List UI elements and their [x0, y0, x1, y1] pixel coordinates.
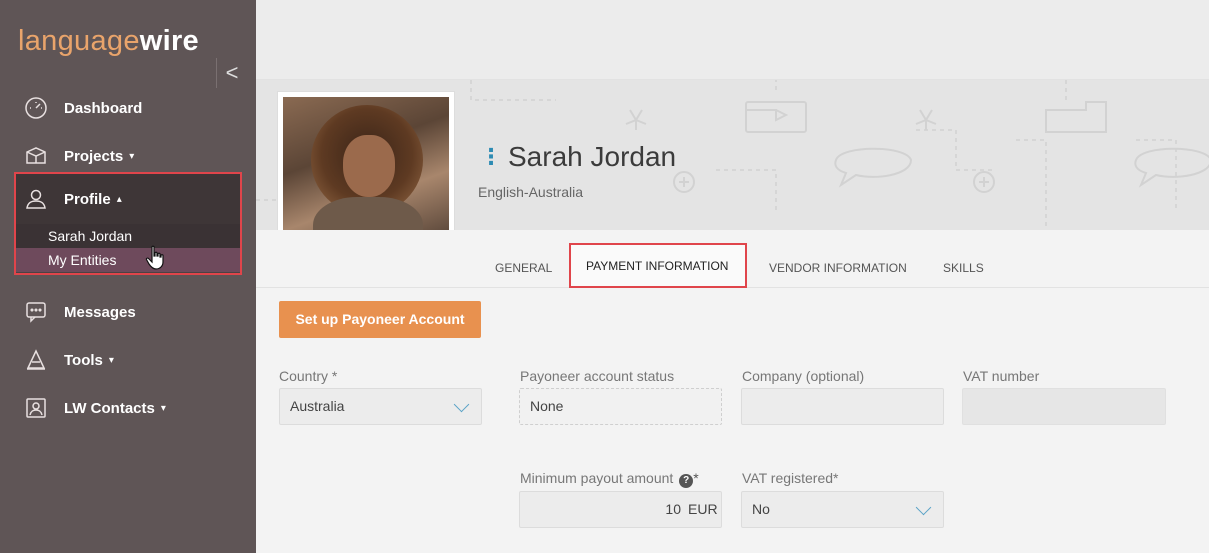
profile-locale: English-Australia: [478, 184, 584, 200]
vat-registered-label: VAT registered*: [742, 470, 839, 486]
photo-face: [343, 135, 395, 197]
vat-registered-select[interactable]: No: [741, 491, 944, 528]
tools-icon: [22, 348, 50, 372]
vat-registered-value: No: [752, 501, 770, 517]
chevron-down-icon: ▾: [129, 150, 135, 162]
currency-unit: EUR: [688, 501, 718, 517]
sidebar-subitem-sarah-jordan[interactable]: Sarah Jordan: [16, 224, 240, 248]
company-label: Company (optional): [742, 368, 865, 384]
app-logo[interactable]: languagewire: [18, 24, 199, 58]
sidebar-item-label: LW Contacts: [64, 399, 155, 417]
top-bar: [256, 0, 1209, 80]
contacts-icon: [22, 396, 50, 420]
profile-name: Sarah Jordan: [508, 141, 677, 172]
sidebar-item-tools[interactable]: Tools ▾: [0, 336, 256, 384]
sidebar-item-label: Dashboard: [64, 99, 143, 117]
profile-menu-group: Profile ▴ Sarah Jordan My Entities: [14, 172, 242, 275]
box-icon: [22, 144, 50, 168]
payoneer-status-value: None: [530, 398, 564, 414]
sidebar-subitem-label: Sarah Jordan: [48, 228, 133, 244]
sidebar-item-messages[interactable]: Messages: [0, 288, 256, 336]
payoneer-status-field: None: [519, 388, 722, 425]
company-field[interactable]: [741, 388, 944, 425]
help-icon[interactable]: ?: [679, 474, 694, 488]
sidebar-subitem-label: My Entities: [48, 252, 117, 268]
logo-language: language: [18, 25, 140, 57]
hand-cursor-icon: [145, 245, 164, 270]
tab-vendor-information[interactable]: VENDOR INFORMATION: [769, 261, 907, 275]
sidebar-item-label: Projects: [64, 147, 124, 165]
vat-number-label: VAT number: [963, 368, 1040, 384]
user-icon: [22, 187, 50, 211]
min-payout-label: Minimum payout amount ? *: [520, 470, 699, 488]
sidebar-nav: Dashboard Projects ▾: [0, 84, 256, 180]
tab-general[interactable]: GENERAL: [495, 261, 552, 275]
kebab-menu-icon[interactable]: ⋮: [480, 140, 502, 174]
tab-payment-information-label: PAYMENT INFORMATION: [586, 259, 729, 273]
sidebar-item-dashboard[interactable]: Dashboard: [0, 84, 256, 132]
country-select[interactable]: Australia: [279, 388, 482, 425]
profile-name-wrap: ⋮ Sarah Jordan: [480, 140, 676, 174]
payoneer-status-label: Payoneer account status: [520, 368, 675, 384]
country-label: Country *: [279, 368, 338, 384]
vat-number-field[interactable]: [962, 388, 1166, 425]
tab-payment-information[interactable]: PAYMENT INFORMATION: [569, 243, 747, 288]
setup-payoneer-button[interactable]: Set up Payoneer Account: [279, 301, 481, 338]
min-payout-value: 10: [665, 501, 681, 517]
sidebar-item-label: Tools: [64, 351, 103, 369]
logo-wire: wire: [139, 25, 199, 57]
min-payout-label-text: Minimum payout amount: [520, 470, 674, 486]
sidebar: languagewire < Dashboard Projects ▾ Prof…: [0, 0, 256, 553]
sidebar-item-profile[interactable]: Profile ▴: [16, 174, 240, 224]
chat-icon: [22, 300, 50, 324]
sidebar-nav-lower: Messages Tools ▾ LW Contacts ▾: [0, 288, 256, 432]
dashboard-icon: [22, 96, 50, 120]
sidebar-item-lw-contacts[interactable]: LW Contacts ▾: [0, 384, 256, 432]
tab-skills[interactable]: SKILLS: [943, 261, 984, 275]
sidebar-subitem-my-entities[interactable]: My Entities: [16, 248, 240, 272]
required-asterisk: *: [693, 470, 699, 486]
chevron-down-icon: ▾: [160, 402, 166, 414]
country-value: Australia: [290, 398, 345, 414]
sidebar-item-label: Profile: [64, 190, 111, 208]
chevron-up-icon: ▴: [116, 193, 122, 205]
sidebar-item-label: Messages: [64, 303, 136, 321]
chevron-down-icon: ▾: [108, 354, 114, 366]
